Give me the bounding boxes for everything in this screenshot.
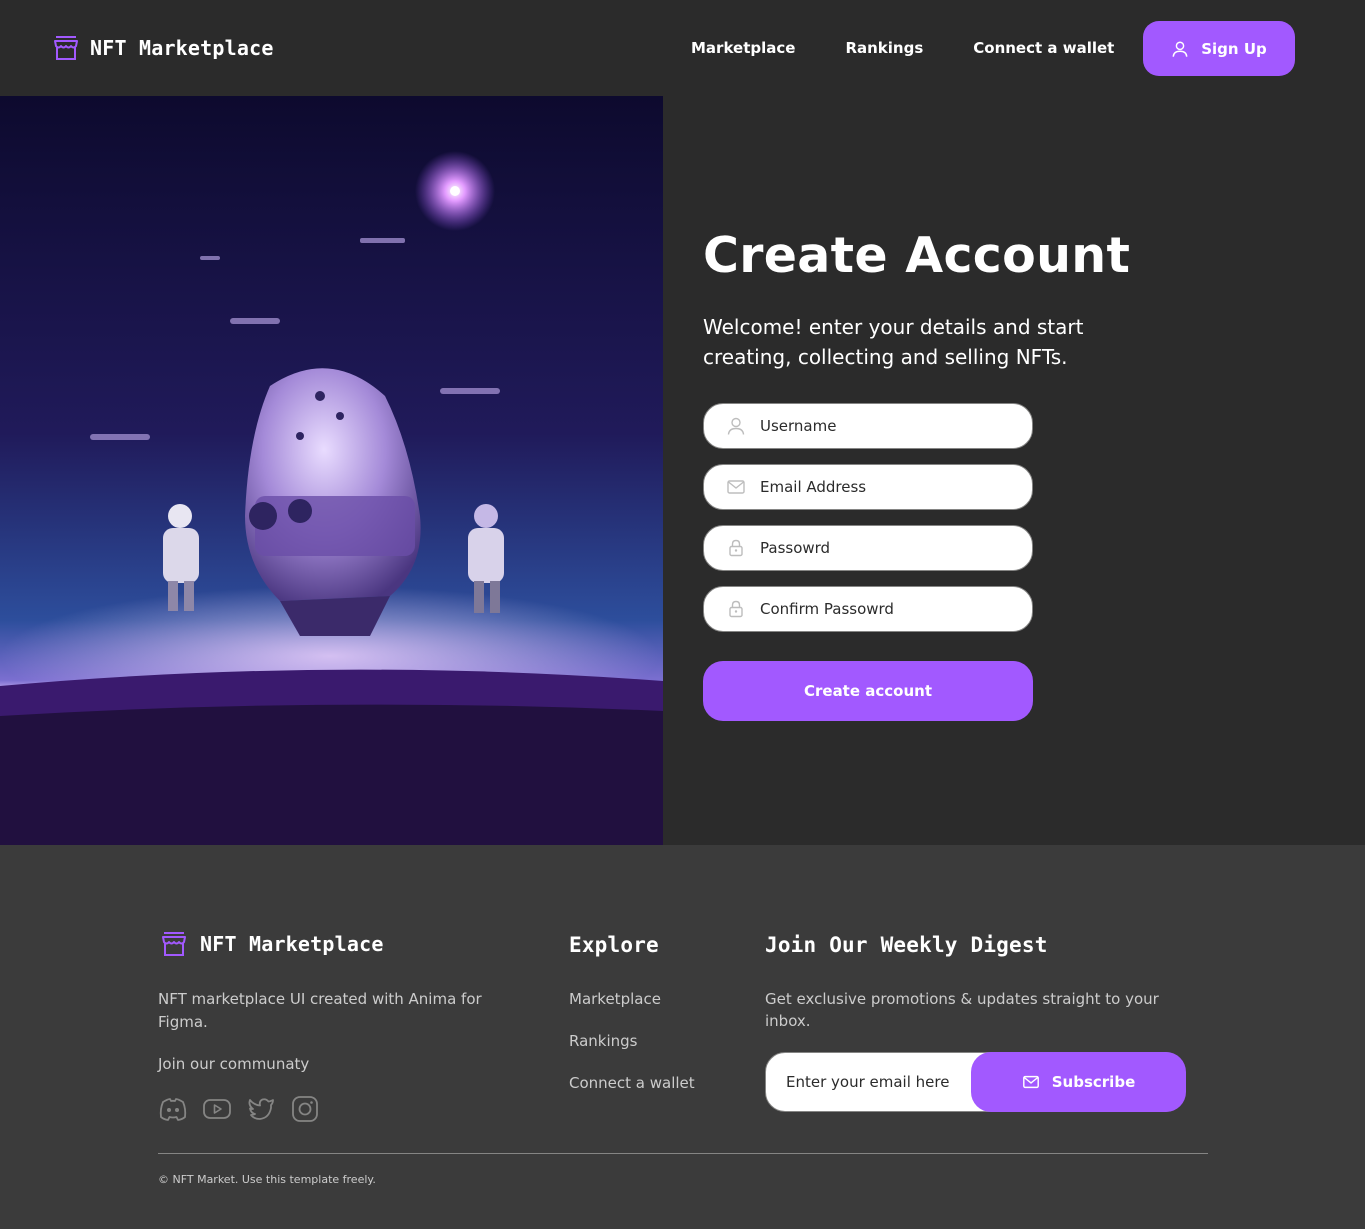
logo-text: NFT Marketplace <box>90 36 274 60</box>
instagram-icon[interactable] <box>290 1095 320 1123</box>
subscribe-button[interactable]: Subscribe <box>971 1052 1186 1112</box>
envelope-icon <box>727 480 745 494</box>
header: NFT Marketplace Marketplace Rankings Con… <box>0 0 1365 96</box>
footer-divider <box>158 1153 1208 1154</box>
password-input[interactable] <box>760 539 1010 557</box>
confirm-password-field[interactable] <box>703 586 1033 632</box>
signup-button[interactable]: Sign Up <box>1143 21 1295 76</box>
create-account-form: Create Account Welcome! enter your detai… <box>703 227 1303 372</box>
digest-text: Get exclusive promotions & updates strai… <box>765 990 1159 1030</box>
subscribe-form: Subscribe <box>765 1052 1186 1112</box>
user-icon <box>1172 41 1188 57</box>
community-label: Join our communaty <box>158 1055 310 1073</box>
envelope-icon <box>1022 1075 1039 1089</box>
storefront-icon <box>54 36 78 60</box>
footer-logo[interactable]: NFT Marketplace <box>160 930 384 958</box>
signup-label: Sign Up <box>1201 39 1267 58</box>
footer-link-rankings[interactable]: Rankings <box>569 1032 638 1050</box>
digest-heading: Join Our Weekly Digest <box>765 933 1048 957</box>
create-account-button[interactable]: Create account <box>703 661 1033 721</box>
subscribe-label: Subscribe <box>1051 1073 1136 1091</box>
storefront-icon <box>162 932 186 956</box>
nav-marketplace[interactable]: Marketplace <box>691 39 795 57</box>
username-field[interactable] <box>703 403 1033 449</box>
copyright-text: © NFT Market. Use this template freely. <box>158 1173 376 1186</box>
email-field[interactable] <box>703 464 1033 510</box>
footer-logo-text: NFT Marketplace <box>200 932 384 956</box>
lock-icon <box>729 539 743 557</box>
username-input[interactable] <box>760 417 1010 435</box>
youtube-icon[interactable] <box>202 1095 232 1123</box>
user-icon <box>727 417 745 435</box>
footer: NFT Marketplace NFT marketplace UI creat… <box>0 845 1365 1229</box>
social-links <box>158 1095 320 1123</box>
footer-link-marketplace[interactable]: Marketplace <box>569 990 661 1008</box>
nav-rankings[interactable]: Rankings <box>845 39 923 57</box>
lock-icon <box>729 600 743 618</box>
password-field[interactable] <box>703 525 1033 571</box>
nav-connect-wallet[interactable]: Connect a wallet <box>973 39 1114 57</box>
footer-description: NFT marketplace UI created with Anima fo… <box>158 990 482 1031</box>
hero-image <box>0 96 663 845</box>
page-title: Create Account <box>703 227 1131 284</box>
twitter-icon[interactable] <box>246 1095 276 1123</box>
logo[interactable]: NFT Marketplace <box>52 34 274 62</box>
discord-icon[interactable] <box>158 1095 188 1123</box>
astronauts-spaceship-illustration <box>0 96 663 845</box>
email-input[interactable] <box>760 478 1010 496</box>
main-nav: Marketplace Rankings Connect a wallet <box>691 38 1164 58</box>
confirm-password-input[interactable] <box>760 600 1010 618</box>
footer-link-connect-wallet[interactable]: Connect a wallet <box>569 1074 695 1092</box>
explore-heading: Explore <box>569 933 659 957</box>
page-subtitle: Welcome! enter your details and start cr… <box>703 315 1084 370</box>
newsletter-email-input[interactable] <box>786 1073 976 1091</box>
